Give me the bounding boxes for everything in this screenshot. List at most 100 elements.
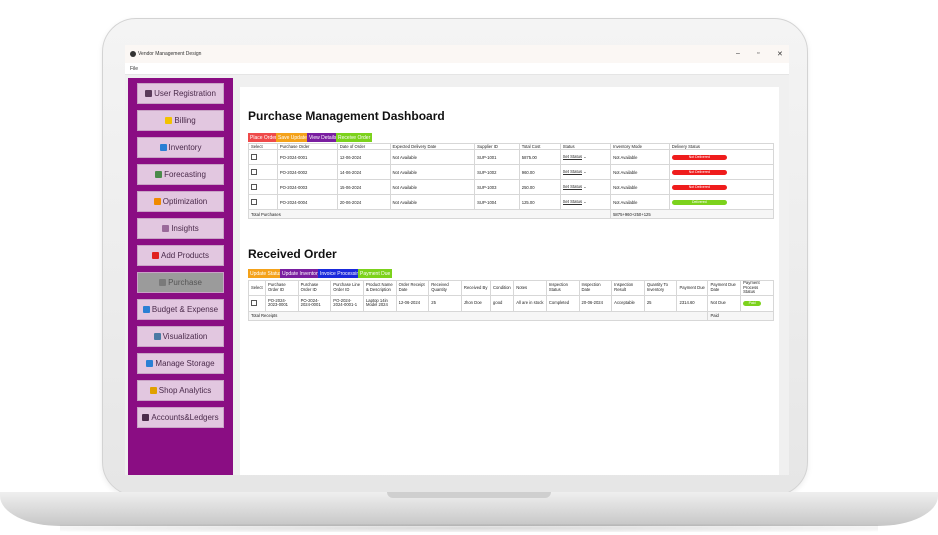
sidebar-item-optimization[interactable]: Optimization bbox=[137, 191, 224, 212]
ledger-icon bbox=[142, 414, 150, 421]
column-header: Notes bbox=[513, 280, 547, 296]
row-checkbox[interactable] bbox=[251, 183, 257, 190]
update-inventory-button[interactable]: Update Inventory bbox=[280, 269, 323, 278]
table-cell: SUP-1004 bbox=[474, 194, 520, 210]
chevron-down-icon: ⌄ bbox=[582, 154, 587, 159]
table-cell: 14-06-2024 bbox=[336, 164, 391, 180]
chevron-down-icon: ⌄ bbox=[582, 199, 587, 204]
status-dropdown[interactable]: Set Status bbox=[562, 154, 583, 160]
column-header: Received Quantity bbox=[428, 280, 462, 296]
sidebar-item-label: Inventory bbox=[168, 143, 202, 152]
sidebar-item-label: Purchase bbox=[168, 278, 202, 287]
sidebar-item-forecasting[interactable]: Forecasting bbox=[137, 164, 224, 185]
sidebar-item-user-registration[interactable]: User Registration bbox=[137, 83, 224, 104]
column-header: Received By bbox=[460, 280, 492, 296]
payment-due-button[interactable]: Payment Due bbox=[358, 269, 393, 278]
table-row[interactable]: PO-2024-0003 15-06-2024 Not Available SUP-1… bbox=[248, 179, 775, 195]
table-row[interactable]: PO-2024-2023-0001 PO-2024-2024-0001 PO-202… bbox=[248, 294, 774, 312]
status-dropdown[interactable]: Set Status bbox=[562, 199, 583, 205]
receive-order-button[interactable]: Receive Order bbox=[336, 133, 373, 142]
window-titlebar: Vendor Management Design – ▫ ✕ bbox=[125, 45, 789, 63]
column-header: Purchase Order ID bbox=[264, 280, 299, 296]
laptop-notch bbox=[387, 492, 551, 498]
column-header: Payment Due Date bbox=[707, 280, 742, 296]
coin-icon bbox=[165, 117, 173, 124]
total-value: Paid bbox=[707, 310, 774, 321]
sidebar-item-insights[interactable]: Insights bbox=[137, 218, 224, 239]
table-cell: 20-06-2024 bbox=[336, 194, 391, 210]
row-checkbox[interactable] bbox=[251, 198, 257, 205]
column-header: Inspection Result bbox=[611, 280, 645, 296]
place-order-button[interactable]: Place Order bbox=[248, 133, 279, 142]
payment-status-badge: Paid bbox=[743, 301, 762, 307]
table-cell: PO-2024-0004 bbox=[276, 194, 338, 210]
sidebar-item-add-products[interactable]: Add Products bbox=[137, 245, 224, 266]
sidebar-item-accounts-ledgers[interactable]: Accounts&Ledgers bbox=[137, 407, 224, 428]
sidebar-item-purchase[interactable]: Purchase bbox=[137, 272, 224, 293]
storage-icon bbox=[146, 360, 154, 367]
table-cell: PO-2024-2024-0001-1 bbox=[330, 294, 364, 312]
row-checkbox[interactable] bbox=[251, 299, 257, 306]
table-row[interactable]: PO-2024-0002 14-06-2024 Not Available SUP-1… bbox=[248, 164, 775, 180]
play-icon bbox=[151, 252, 159, 259]
table-cell: Not Available bbox=[389, 164, 476, 180]
sidebar-item-visualization[interactable]: Visualization bbox=[137, 326, 224, 347]
table-cell: PO-2024-0002 bbox=[276, 164, 338, 180]
row-checkbox[interactable] bbox=[251, 168, 257, 175]
sidebar-item-shop-analytics[interactable]: Shop Analytics bbox=[137, 380, 224, 401]
table-row[interactable]: PO-2024-0004 20-06-2024 Not Available SUP-1… bbox=[248, 194, 775, 210]
minimize-button[interactable]: – bbox=[736, 50, 740, 57]
row-checkbox[interactable] bbox=[251, 153, 257, 160]
save-update-button[interactable]: Save Update bbox=[276, 133, 309, 142]
table-cell: Not Available bbox=[610, 194, 670, 210]
sidebar-item-manage-storage[interactable]: Manage Storage bbox=[137, 353, 224, 374]
table-cell: Not Available bbox=[389, 179, 476, 195]
view-details-button[interactable]: View Details bbox=[307, 133, 339, 142]
update-status-button[interactable]: Update Status bbox=[248, 269, 284, 278]
chevron-down-icon: ⌄ bbox=[582, 184, 587, 189]
table-cell: PO-2024-0003 bbox=[276, 179, 338, 195]
delivery-status-badge: Not Delivered bbox=[671, 170, 727, 175]
sidebar-item-label: Accounts&Ledgers bbox=[151, 413, 219, 422]
table-cell: All are in stock bbox=[513, 294, 547, 312]
sidebar-item-budget-expense[interactable]: Budget & Expense bbox=[137, 299, 224, 320]
menubar: File bbox=[125, 63, 789, 75]
sidebar-item-label: Budget & Expense bbox=[151, 305, 219, 314]
table-cell: Not Due bbox=[707, 294, 742, 312]
sidebar-item-label: Optimization bbox=[162, 197, 208, 206]
table-row[interactable]: PO-2024-0001 12-06-2024 Not Available SUP-1… bbox=[248, 149, 775, 165]
table-cell: Not Available bbox=[389, 194, 476, 210]
sidebar-item-label: Visualization bbox=[162, 332, 208, 341]
delivery-status-badge: Delivered bbox=[671, 200, 727, 205]
sidebar-item-label: Add Products bbox=[160, 251, 210, 260]
status-cell: Set Status ⌄ bbox=[559, 149, 612, 165]
table-cell: 250.00 bbox=[518, 179, 561, 195]
table-cell: 25 bbox=[428, 294, 462, 312]
status-dropdown[interactable]: Set Status bbox=[562, 169, 583, 175]
sidebar-item-billing[interactable]: Billing bbox=[137, 110, 224, 131]
purchase-table: Select Purchase Order Date of Order Expecte… bbox=[247, 143, 775, 219]
select-cell bbox=[248, 149, 278, 165]
close-button[interactable]: ✕ bbox=[777, 50, 783, 58]
table-cell: 25 bbox=[643, 294, 678, 312]
total-value: 5875+960+250+125 bbox=[610, 209, 774, 219]
status-cell: Set Status ⌄ bbox=[559, 194, 612, 210]
sidebar: User Registration Billing Inventory Forecas… bbox=[128, 78, 233, 475]
cart-icon bbox=[159, 279, 167, 286]
window-title: Vendor Management Design bbox=[138, 51, 202, 57]
column-header: Purchase Order ID bbox=[297, 280, 332, 296]
sidebar-item-inventory[interactable]: Inventory bbox=[137, 137, 224, 158]
sidebar-item-label: Forecasting bbox=[164, 170, 206, 179]
column-header: Purchase Line Order ID bbox=[330, 280, 364, 296]
maximize-button[interactable]: ▫ bbox=[757, 50, 759, 57]
table-cell: 12-06-2024 bbox=[395, 294, 430, 312]
table-cell: Acceptable bbox=[611, 294, 645, 312]
main-panel: Purchase Management Dashboard Place Orde… bbox=[240, 87, 779, 475]
delivery-status-badge: Not Delivered bbox=[671, 155, 727, 160]
menu-file[interactable]: File bbox=[130, 66, 138, 72]
table-cell: Not Available bbox=[610, 179, 670, 195]
status-dropdown[interactable]: Set Status bbox=[562, 184, 583, 190]
wallet-icon bbox=[142, 306, 150, 313]
screen: Vendor Management Design – ▫ ✕ File User… bbox=[125, 45, 789, 475]
select-cell bbox=[248, 164, 278, 180]
